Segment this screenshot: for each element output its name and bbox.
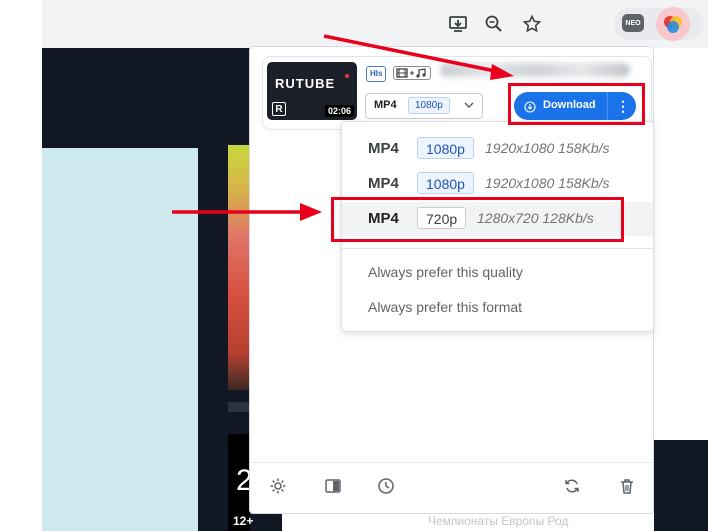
- arrow-to-720p: [172, 203, 322, 221]
- arrow-to-download: [323, 34, 514, 80]
- annotation-arrows: [172, 34, 514, 221]
